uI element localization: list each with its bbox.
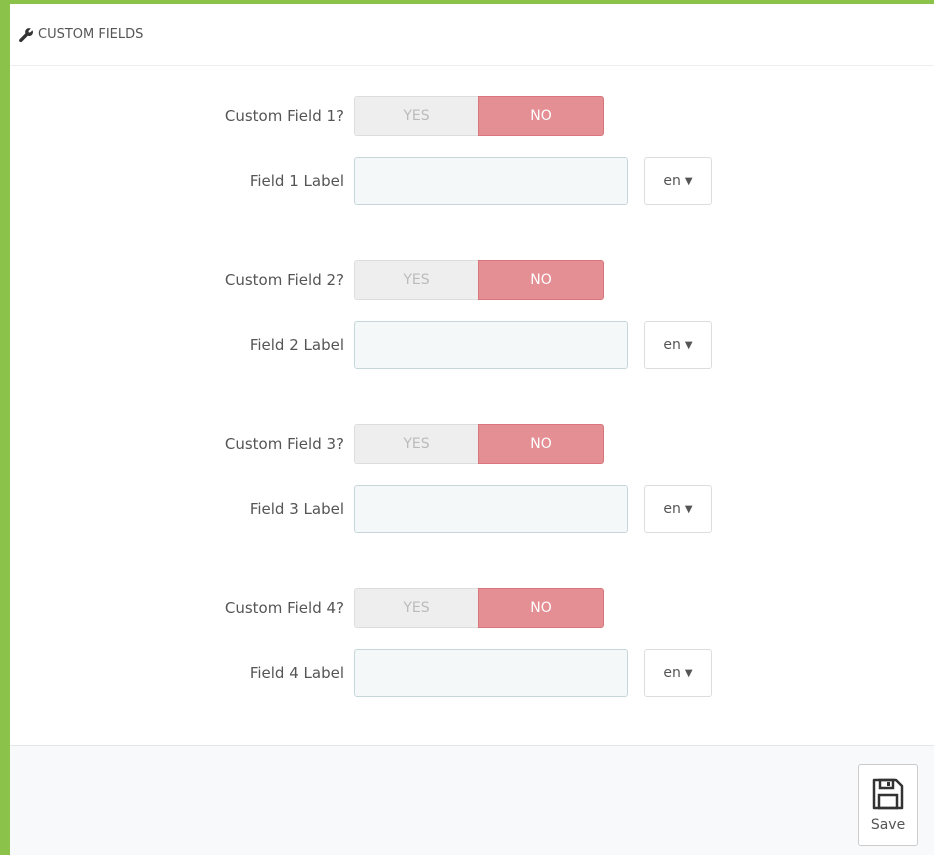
field-2-label-row: Field 2 Label en ▼: [10, 321, 934, 369]
form-body: Custom Field 1? YES NO Field 1 Label en …: [10, 66, 934, 744]
custom-field-2-yes[interactable]: YES: [354, 260, 478, 300]
field-1-lang-value: en: [663, 173, 681, 189]
field-2-lang-dropdown[interactable]: en ▼: [644, 321, 712, 369]
field-2-lang-value: en: [663, 337, 681, 353]
custom-field-2-row: Custom Field 2? YES NO: [10, 256, 934, 304]
custom-field-2-no[interactable]: NO: [478, 260, 604, 300]
custom-field-1-yes[interactable]: YES: [354, 96, 478, 136]
field-1-label-input[interactable]: [354, 157, 628, 205]
field-4-label-input[interactable]: [354, 649, 628, 697]
field-3-label-input[interactable]: [354, 485, 628, 533]
custom-field-4-no[interactable]: NO: [478, 588, 604, 628]
field-3-lang-dropdown[interactable]: en ▼: [644, 485, 712, 533]
custom-field-2-label: Custom Field 2?: [224, 271, 344, 289]
save-button[interactable]: Save: [858, 764, 918, 846]
panel-footer: Save: [10, 745, 934, 855]
field-3-lang-value: en: [663, 501, 681, 517]
custom-fields-panel: CUSTOM FIELDS Custom Field 1? YES NO Fie…: [0, 0, 934, 855]
custom-field-3-row: Custom Field 3? YES NO: [10, 420, 934, 468]
field-2-label-text: Field 2 Label: [249, 336, 344, 354]
custom-field-4-row: Custom Field 4? YES NO: [10, 584, 934, 632]
custom-field-3-no[interactable]: NO: [478, 424, 604, 464]
panel-title: CUSTOM FIELDS: [38, 27, 144, 42]
save-label: Save: [870, 817, 906, 833]
caret-down-icon: ▼: [684, 503, 693, 515]
custom-field-4-label: Custom Field 4?: [224, 599, 344, 617]
field-4-label-text: Field 4 Label: [249, 664, 344, 682]
field-1-label-row: Field 1 Label en ▼: [10, 157, 934, 205]
field-4-label-row: Field 4 Label en ▼: [10, 649, 934, 697]
caret-down-icon: ▼: [684, 175, 693, 187]
custom-field-1-label: Custom Field 1?: [224, 107, 344, 125]
field-1-label-text: Field 1 Label: [249, 172, 344, 190]
caret-down-icon: ▼: [684, 339, 693, 351]
custom-field-3-toggle[interactable]: YES NO: [354, 424, 604, 464]
wrench-icon: [19, 27, 33, 42]
field-3-label-text: Field 3 Label: [249, 500, 344, 518]
custom-field-1-toggle[interactable]: YES NO: [354, 96, 604, 136]
field-2-label-input[interactable]: [354, 321, 628, 369]
custom-field-3-yes[interactable]: YES: [354, 424, 478, 464]
panel-heading: CUSTOM FIELDS: [10, 4, 934, 66]
field-4-lang-dropdown[interactable]: en ▼: [644, 649, 712, 697]
field-4-lang-value: en: [663, 665, 681, 681]
custom-field-3-label: Custom Field 3?: [224, 435, 344, 453]
caret-down-icon: ▼: [684, 667, 693, 679]
custom-field-4-yes[interactable]: YES: [354, 588, 478, 628]
custom-field-2-toggle[interactable]: YES NO: [354, 260, 604, 300]
field-3-label-row: Field 3 Label en ▼: [10, 485, 934, 533]
floppy-disk-icon: [872, 778, 904, 810]
field-1-lang-dropdown[interactable]: en ▼: [644, 157, 712, 205]
custom-field-4-toggle[interactable]: YES NO: [354, 588, 604, 628]
custom-field-1-row: Custom Field 1? YES NO: [10, 92, 934, 140]
custom-field-1-no[interactable]: NO: [478, 96, 604, 136]
